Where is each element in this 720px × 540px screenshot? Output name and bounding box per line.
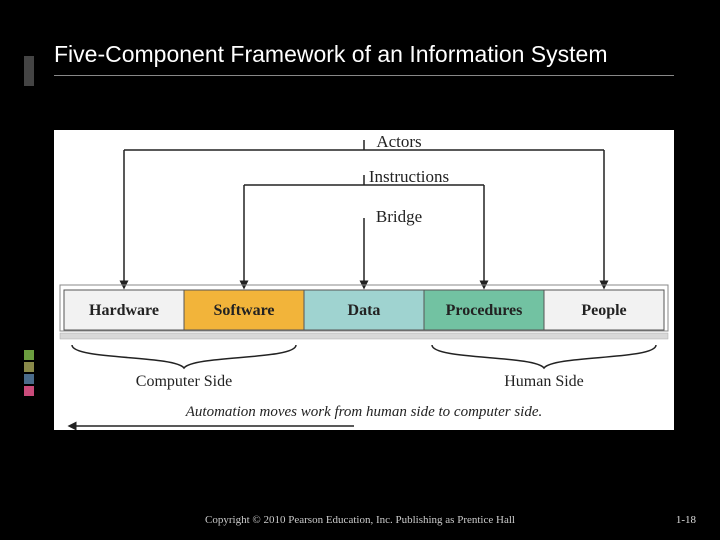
label-people: People — [581, 302, 626, 319]
slide-accent-bar — [24, 56, 34, 86]
label-instructions: Instructions — [369, 167, 449, 186]
label-human-side: Human Side — [504, 373, 584, 390]
copyright-footer: Copyright © 2010 Pearson Education, Inc.… — [0, 514, 720, 526]
brace-computer-side — [72, 345, 296, 368]
label-procedures: Procedures — [446, 302, 523, 319]
label-hardware: Hardware — [89, 302, 159, 319]
label-software: Software — [213, 302, 274, 319]
slide: Five-Component Framework of an Informati… — [34, 30, 694, 510]
brace-human-side — [432, 345, 656, 368]
label-computer-side: Computer Side — [136, 373, 232, 390]
slide-title: Five-Component Framework of an Informati… — [34, 30, 694, 73]
framework-diagram: Actors Instructions Bridge Hardware Soft… — [54, 130, 674, 430]
slide-accent-dots — [24, 350, 34, 410]
diagram-caption: Automation moves work from human side to… — [185, 404, 543, 420]
label-bridge: Bridge — [376, 207, 422, 226]
title-underline — [54, 75, 674, 76]
label-data: Data — [348, 302, 381, 319]
label-actors: Actors — [376, 132, 421, 151]
slide-number: 1-18 — [676, 514, 696, 526]
